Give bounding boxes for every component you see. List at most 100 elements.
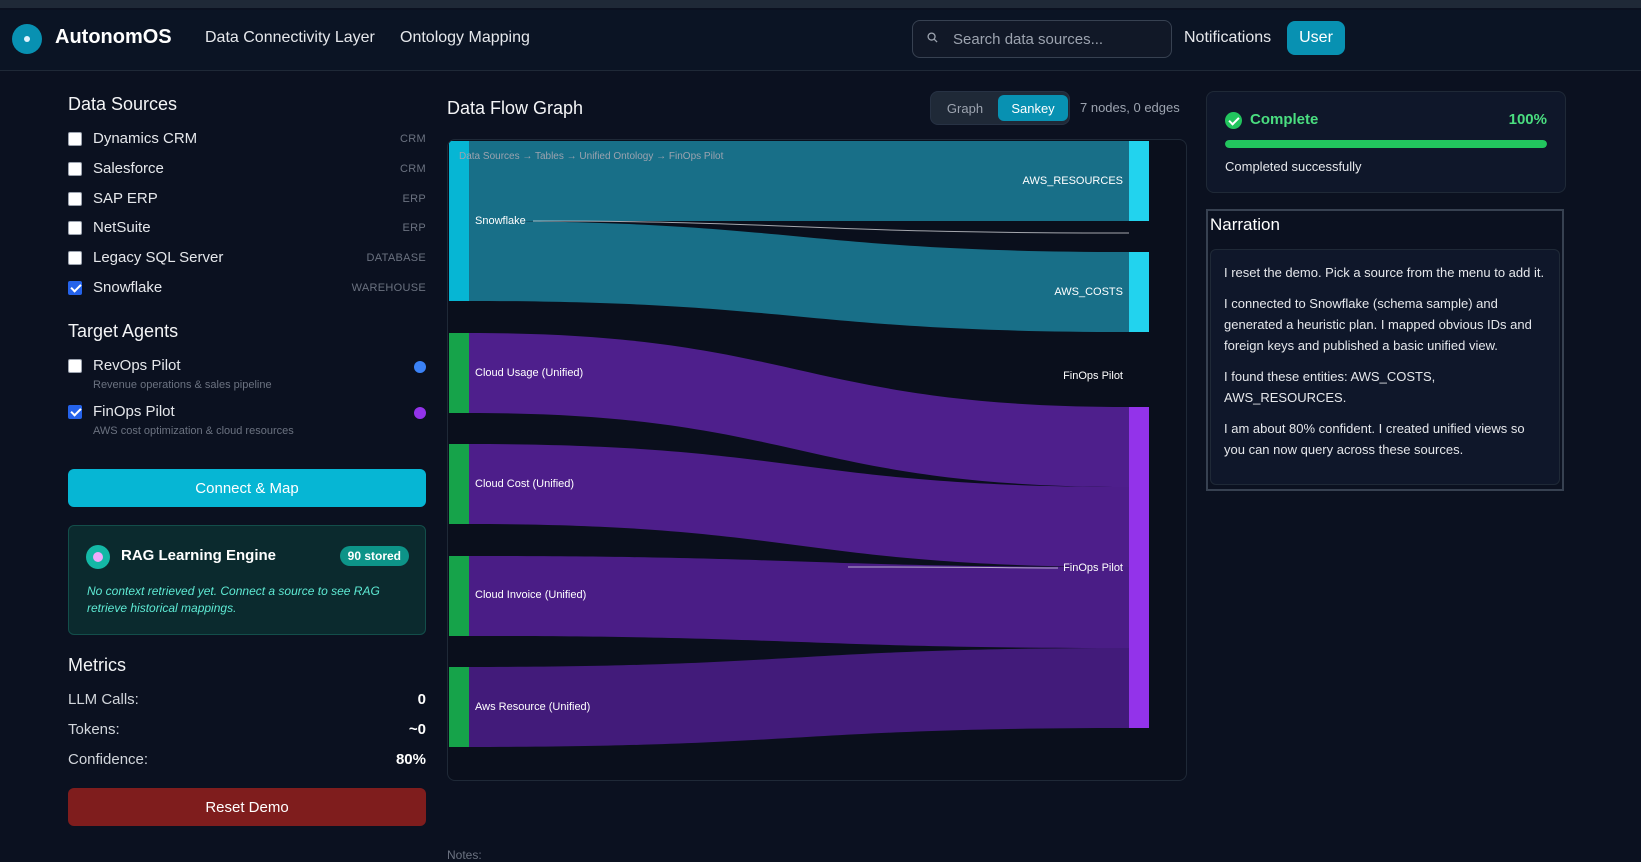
- source-item-legacy-sql-server[interactable]: Legacy SQL Server DATABASE: [68, 249, 426, 271]
- agent-item-finops-pilot[interactable]: FinOps Pilot AWS cost optimization & clo…: [68, 403, 426, 439]
- search-icon: [927, 32, 938, 43]
- checkbox[interactable]: [68, 162, 82, 176]
- source-type: ERP: [402, 193, 426, 205]
- source-name: SAP ERP: [93, 190, 158, 207]
- source-name: NetSuite: [93, 219, 151, 236]
- metric-label-confidence: Confidence:: [68, 751, 149, 768]
- sankey-breadcrumb: Data Sources → Tables → Unified Ontology…: [459, 151, 724, 162]
- agent-name: FinOps Pilot: [93, 403, 175, 420]
- sankey-label-unified-4: Aws Resource (Unified): [475, 701, 590, 713]
- checkbox[interactable]: [68, 251, 82, 265]
- metric-value-llm-calls: 0: [417, 691, 426, 708]
- checkbox-checked[interactable]: [68, 405, 82, 419]
- agent-item-revops-pilot[interactable]: RevOps Pilot Revenue operations & sales …: [68, 357, 426, 393]
- sankey-node-unified-1: [449, 333, 469, 413]
- checkbox-checked[interactable]: [68, 281, 82, 295]
- nav-ontology-mapping[interactable]: Ontology Mapping: [400, 29, 530, 47]
- sankey-label-unified-1: Cloud Usage (Unified): [475, 367, 583, 379]
- browser-top-strip: [0, 0, 1641, 10]
- checkbox[interactable]: [68, 132, 82, 146]
- source-type: WAREHOUSE: [351, 282, 426, 294]
- sankey-node-aws-costs: [1129, 252, 1149, 332]
- narration-panel: Narration I reset the demo. Pick a sourc…: [1206, 209, 1564, 491]
- checkbox[interactable]: [68, 359, 82, 373]
- narration-paragraph: I reset the demo. Pick a source from the…: [1224, 265, 1545, 280]
- app-title: AutonomOS: [55, 26, 172, 48]
- metrics-title: Metrics: [68, 655, 126, 675]
- source-item-netsuite[interactable]: NetSuite ERP: [68, 219, 426, 241]
- user-button[interactable]: User: [1287, 21, 1345, 55]
- search-input[interactable]: [951, 21, 1165, 57]
- check-circle-icon: [1225, 112, 1242, 129]
- progress-bar-fill: [1225, 140, 1547, 148]
- narration-body: I reset the demo. Pick a source from the…: [1210, 249, 1560, 485]
- sankey-label-unified-3: Cloud Invoice (Unified): [475, 589, 586, 601]
- sankey-link-snowflake-aws-costs: [469, 221, 1129, 332]
- agent-description: AWS cost optimization & cloud resources: [93, 425, 294, 437]
- source-item-snowflake[interactable]: Snowflake WAREHOUSE: [68, 279, 426, 301]
- tab-graph[interactable]: Graph: [935, 95, 995, 121]
- sankey-node-aws-resources: [1129, 141, 1149, 221]
- narration-paragraph: I connected to Snowflake (schema sample)…: [1224, 296, 1532, 353]
- metric-value-tokens: ~0: [408, 721, 426, 738]
- data-flow-graph-title: Data Flow Graph: [447, 98, 584, 118]
- checkbox[interactable]: [68, 221, 82, 235]
- status-percent: 100%: [1508, 111, 1547, 128]
- narration-paragraph: I found these entities: AWS_COSTS, AWS_R…: [1224, 369, 1436, 405]
- source-type: CRM: [400, 163, 426, 175]
- metric-label-llm-calls: LLM Calls:: [68, 691, 139, 708]
- checkbox[interactable]: [68, 192, 82, 206]
- status-card: Complete 100% Completed successfully: [1206, 91, 1566, 193]
- source-item-sap-erp[interactable]: SAP ERP ERP: [68, 190, 426, 212]
- source-item-dynamics-crm[interactable]: Dynamics CRM CRM: [68, 130, 426, 152]
- notifications-link[interactable]: Notifications: [1184, 29, 1271, 47]
- source-item-salesforce[interactable]: Salesforce CRM: [68, 160, 426, 182]
- agent-color-dot: [414, 361, 426, 373]
- connect-map-button[interactable]: Connect & Map: [68, 469, 426, 507]
- nav-data-connectivity-layer[interactable]: Data Connectivity Layer: [205, 29, 375, 47]
- sankey-label-aws-resources: AWS_RESOURCES: [1023, 175, 1123, 187]
- sankey-label-snowflake: Snowflake: [475, 215, 526, 227]
- sankey-label-aws-costs: AWS_COSTS: [1054, 286, 1123, 298]
- target-agents-title: Target Agents: [68, 321, 179, 341]
- logo-icon: [12, 24, 42, 54]
- rag-learning-engine-card: RAG Learning Engine 90 stored No context…: [68, 525, 426, 635]
- brain-icon: [86, 545, 110, 569]
- sankey-diagram: Data Sources → Tables → Unified Ontology…: [449, 141, 1149, 747]
- metric-label-tokens: Tokens:: [68, 721, 120, 738]
- sankey-node-unified-4: [449, 667, 469, 747]
- status-message: Completed successfully: [1225, 159, 1362, 174]
- source-name: Salesforce: [93, 160, 164, 177]
- sankey-node-finops-pilot: [1129, 407, 1149, 728]
- source-name: Dynamics CRM: [93, 130, 198, 147]
- agent-color-dot: [414, 407, 426, 419]
- sankey-node-unified-2: [449, 444, 469, 524]
- sankey-link-unified-4: [469, 648, 1129, 747]
- source-name: Snowflake: [93, 279, 163, 296]
- narration-paragraph: I am about 80% confident. I created unif…: [1224, 421, 1525, 457]
- notes-label: Notes:: [447, 848, 482, 862]
- sankey-label-finops-pilot: FinOps Pilot: [1063, 562, 1123, 574]
- agent-description: Revenue operations & sales pipeline: [93, 379, 272, 391]
- metric-value-confidence: 80%: [395, 751, 426, 768]
- sankey-label-unified-2: Cloud Cost (Unified): [475, 478, 574, 490]
- search-box[interactable]: [912, 20, 1172, 58]
- sankey-label-finops-pilot: FinOps Pilot: [1063, 370, 1123, 382]
- rag-stored-badge: 90 stored: [339, 546, 409, 566]
- sankey-node-unified-3: [449, 556, 469, 636]
- agent-name: RevOps Pilot: [93, 357, 181, 374]
- sankey-canvas: Data Sources → Tables → Unified Ontology…: [447, 139, 1187, 781]
- view-toggle: Graph Sankey: [930, 91, 1070, 125]
- source-type: DATABASE: [366, 252, 426, 264]
- rag-title: RAG Learning Engine: [121, 547, 277, 564]
- data-sources-title: Data Sources: [68, 94, 178, 114]
- reset-demo-button[interactable]: Reset Demo: [68, 788, 426, 826]
- graph-counts: 7 nodes, 0 edges: [1080, 100, 1180, 115]
- app-header: AutonomOS Data Connectivity Layer Ontolo…: [0, 10, 1641, 71]
- source-name: Legacy SQL Server: [93, 249, 224, 266]
- sankey-node-snowflake: [449, 141, 469, 301]
- sankey-link-unified-3: [469, 556, 1129, 648]
- tab-sankey[interactable]: Sankey: [998, 95, 1068, 121]
- rag-status-text: No context retrieved yet. Connect a sour…: [87, 584, 380, 615]
- source-type: CRM: [400, 133, 426, 145]
